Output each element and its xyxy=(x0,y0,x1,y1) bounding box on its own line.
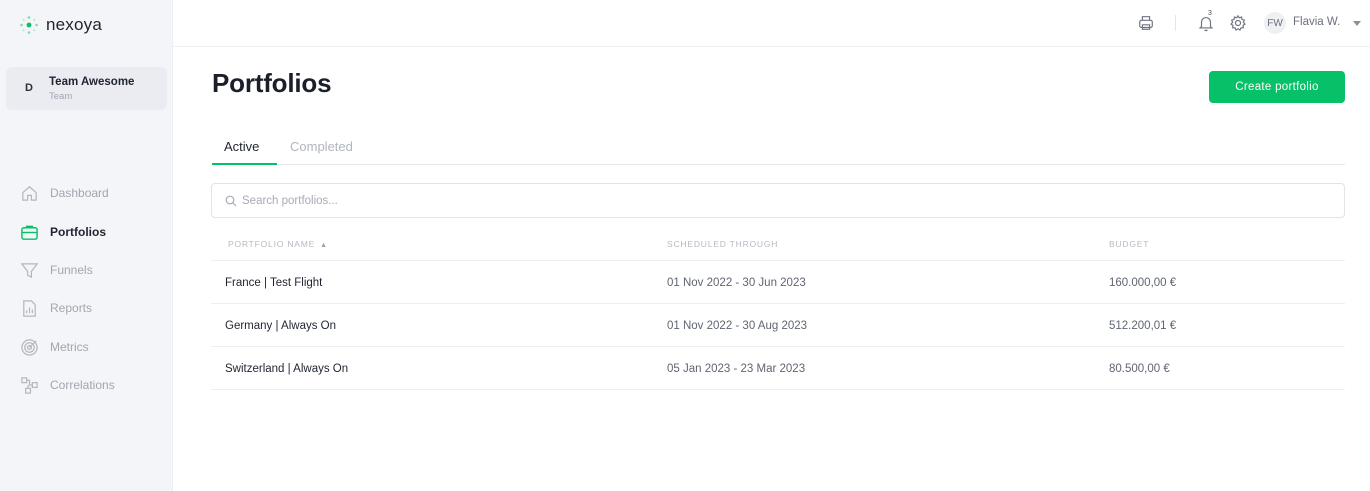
nexoya-logo-icon xyxy=(20,16,38,34)
sidebar-item-portfolios[interactable]: Portfolios xyxy=(20,221,106,243)
page-title: Portfolios xyxy=(212,68,332,98)
portfolio-name[interactable]: France | Test Flight xyxy=(225,277,322,289)
search-icon xyxy=(225,195,237,207)
chevron-down-icon[interactable] xyxy=(1353,21,1361,26)
portfolio-schedule: 05 Jan 2023 - 23 Mar 2023 xyxy=(667,363,806,375)
active-tab-indicator xyxy=(212,163,277,165)
gear-icon[interactable] xyxy=(1229,14,1247,32)
table-header: PORTFOLIO NAME ▲ SCHEDULED THROUGH BUDGET xyxy=(211,230,1345,261)
search-box xyxy=(211,183,1345,218)
sidebar-item-metrics[interactable]: Metrics xyxy=(20,336,89,358)
sidebar-item-dashboard[interactable]: Dashboard xyxy=(20,182,109,204)
portfolio-budget: 80.500,00 € xyxy=(1109,363,1170,375)
briefcase-icon xyxy=(21,225,38,240)
tab-active[interactable]: Active xyxy=(224,139,259,154)
create-portfolio-button[interactable]: Create portfolio xyxy=(1209,71,1345,103)
sort-icon: ▲ xyxy=(320,242,328,249)
topbar-divider xyxy=(1175,15,1176,31)
sidebar-item-correlations[interactable]: Correlations xyxy=(20,374,115,396)
team-initial: D xyxy=(25,82,33,94)
home-icon xyxy=(22,185,37,201)
funnel-icon xyxy=(20,262,39,278)
portfolio-name[interactable]: Germany | Always On xyxy=(225,320,336,332)
notification-count: 3 xyxy=(1208,10,1212,17)
sidebar-item-label: Portfolios xyxy=(50,225,106,239)
portfolio-budget: 160.000,00 € xyxy=(1109,277,1177,289)
logo[interactable]: nexoya xyxy=(18,14,102,36)
sidebar-item-label: Correlations xyxy=(50,378,115,392)
report-icon xyxy=(23,299,36,317)
sidebar-item-label: Metrics xyxy=(50,340,89,354)
app-root: nexoya D Team Awesome Team Dashboard Por… xyxy=(0,0,1370,491)
column-header-name[interactable]: PORTFOLIO NAME ▲ xyxy=(228,239,328,249)
sidebar-item-label: Dashboard xyxy=(50,186,109,200)
team-subtitle: Team xyxy=(49,91,73,102)
table-row[interactable]: Switzerland | Always On 05 Jan 2023 - 23… xyxy=(211,347,1345,390)
portfolio-name[interactable]: Switzerland | Always On xyxy=(225,363,348,375)
bell-icon[interactable] xyxy=(1197,14,1215,32)
sidebar-item-label: Reports xyxy=(50,301,93,315)
avatar[interactable]: FW xyxy=(1264,12,1286,34)
table-row[interactable]: Germany | Always On 01 Nov 2022 - 30 Aug… xyxy=(211,304,1345,347)
correlations-icon xyxy=(21,376,38,394)
team-switcher[interactable]: D Team Awesome Team xyxy=(6,67,167,110)
sidebar-item-funnels[interactable]: Funnels xyxy=(20,259,93,281)
column-header-budget: BUDGET xyxy=(1109,239,1150,249)
column-header-label: PORTFOLIO NAME xyxy=(228,239,316,249)
tab-completed[interactable]: Completed xyxy=(290,139,353,154)
sidebar-item-reports[interactable]: Reports xyxy=(20,297,92,319)
sidebar-item-label: Funnels xyxy=(50,263,93,277)
portfolio-schedule: 01 Nov 2022 - 30 Jun 2023 xyxy=(667,277,806,289)
portfolio-table: PORTFOLIO NAME ▲ SCHEDULED THROUGH BUDGET… xyxy=(211,230,1345,390)
portfolio-budget: 512.200,01 € xyxy=(1109,320,1177,332)
search-input[interactable] xyxy=(242,192,1322,210)
column-header-scheduled: SCHEDULED THROUGH xyxy=(667,239,779,249)
portfolio-tabs: Active Completed xyxy=(212,130,1345,165)
sidebar: nexoya D Team Awesome Team Dashboard Por… xyxy=(0,0,173,491)
print-icon[interactable] xyxy=(1137,14,1155,32)
user-name[interactable]: Flavia W. xyxy=(1293,16,1340,28)
brand-name: nexoya xyxy=(46,15,103,34)
metrics-icon xyxy=(21,338,38,356)
topbar: 3 FW Flavia W. xyxy=(173,0,1370,47)
team-name: Team Awesome xyxy=(49,76,135,88)
table-row[interactable]: France | Test Flight 01 Nov 2022 - 30 Ju… xyxy=(211,261,1345,304)
portfolio-schedule: 01 Nov 2022 - 30 Aug 2023 xyxy=(667,320,808,332)
